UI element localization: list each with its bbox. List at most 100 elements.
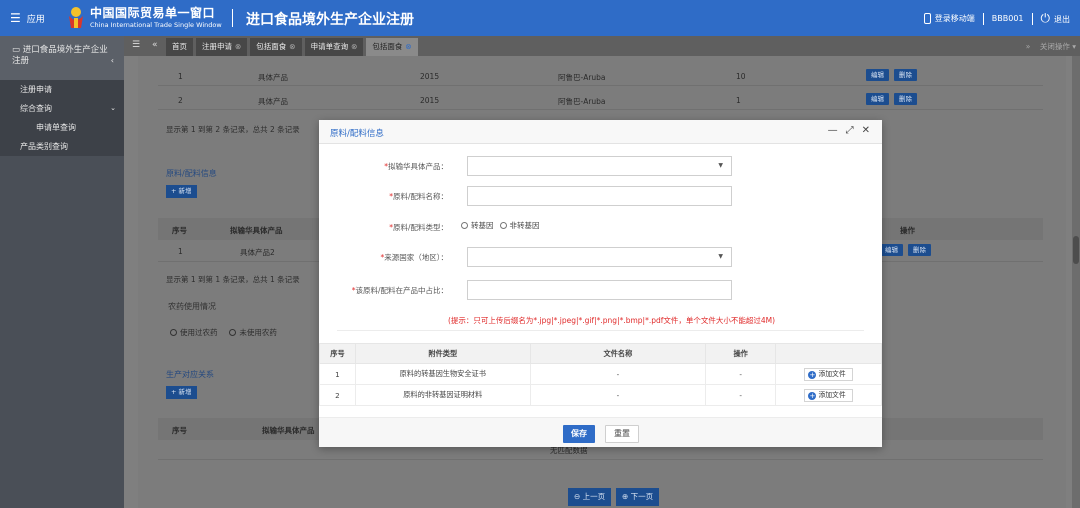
sidebar-item-query[interactable]: 综合查询 ⌄: [0, 99, 124, 118]
reset-button[interactable]: 重置: [605, 425, 639, 443]
col-no: 序号: [172, 426, 187, 435]
cell-no: 1: [319, 363, 356, 385]
type-label: *原料/配料类型：: [389, 223, 448, 232]
col-no: 序号: [172, 226, 187, 235]
sidebar-item-application-query[interactable]: 申请单查询: [0, 118, 124, 137]
sidebar-item-category-query[interactable]: 产品类别查询: [0, 137, 124, 156]
cell-product: 具体产品: [258, 73, 288, 82]
sidebar-toggle-icon[interactable]: ☰: [132, 40, 140, 50]
user-name: BBB001: [991, 14, 1024, 23]
cell-type: 原料的转基因生物安全证书: [354, 363, 531, 385]
next-page-label: 下一页: [630, 492, 654, 501]
product-select[interactable]: ▼: [467, 156, 732, 176]
delete-button[interactable]: 删除: [894, 69, 917, 81]
tab-noodles-2[interactable]: 包括面食 ⊗: [366, 38, 418, 56]
type-radio-group: 转基因 非转基因: [461, 220, 540, 231]
edit-button[interactable]: 编辑: [866, 69, 889, 81]
maximize-icon[interactable]: ⤢: [846, 125, 854, 136]
chevron-down-icon: ⌄: [110, 104, 116, 112]
separator: [982, 12, 984, 25]
save-button[interactable]: 保存: [563, 425, 595, 443]
delete-button[interactable]: 删除: [908, 244, 931, 256]
attachments-table: 序号 附件类型 文件名称 操作 1 原料的转基因生物安全证书 - - + 添加文件…: [319, 343, 882, 406]
add-file-button[interactable]: + 添加文件: [804, 388, 853, 402]
origin-country-select[interactable]: ▼: [467, 247, 732, 267]
prev-page-button[interactable]: ⊖ 上一页: [568, 488, 612, 506]
close-icon[interactable]: ⊗: [235, 42, 241, 51]
plus-icon: +: [808, 391, 817, 400]
dialog-title: 原料/配料信息: [330, 129, 384, 139]
radio-icon: [170, 329, 177, 336]
pesticide-used-radio[interactable]: 使用过农药: [170, 328, 218, 337]
tab-label: 包括面食: [256, 42, 287, 51]
sidebar-module-title[interactable]: ▭ 进口食品境外生产企业注册 ‹: [0, 36, 124, 80]
add-file-label: 添加文件: [818, 390, 846, 399]
cell-no: 1: [178, 247, 183, 256]
add-production-button[interactable]: + 新增: [166, 386, 197, 399]
cell-no: 1: [178, 72, 183, 81]
add-material-button[interactable]: + 新增: [166, 185, 197, 198]
tab-label: 注册申请: [202, 42, 232, 51]
tab-register[interactable]: 注册申请 ⊗: [196, 38, 248, 56]
arrow-right-icon: ⊕: [622, 492, 631, 501]
header-actions: 登录移动端 BBB001 ⏻ 退出: [923, 11, 1071, 26]
tab-home[interactable]: 首页: [166, 38, 193, 56]
add-file-button[interactable]: + 添加文件: [804, 367, 853, 381]
tab-noodles-1[interactable]: 包括面食 ⊗: [250, 38, 302, 56]
separator: [1031, 12, 1033, 25]
col-header: [775, 343, 882, 364]
edit-button[interactable]: 编辑: [880, 244, 903, 256]
cell-no: 2: [178, 96, 183, 105]
caret-down-icon: ▼: [718, 162, 723, 169]
scroll-right-icon[interactable]: »: [1026, 42, 1031, 51]
edit-button[interactable]: 编辑: [866, 93, 889, 105]
radio-label: 使用过农药: [180, 328, 218, 337]
next-page-button[interactable]: ⊕ 下一页: [616, 488, 660, 506]
tab-strip: ☰ « 首页 注册申请 ⊗ 包括面食 ⊗ 申请单查询 ⊗ 包括面食 ⊗ » 关闭操作 ▾: [124, 36, 1080, 56]
prev-page-label: 上一页: [582, 492, 606, 501]
tab-application-query[interactable]: 申请单查询 ⊗: [304, 38, 364, 56]
menu-icon: ☰: [10, 11, 21, 25]
close-icon[interactable]: ⊗: [405, 42, 411, 51]
cell-no: 2: [319, 384, 356, 406]
minimize-icon[interactable]: —: [828, 125, 838, 136]
sidebar-item-register[interactable]: 注册申请: [0, 80, 124, 99]
scrollbar[interactable]: [1072, 56, 1080, 508]
close-icon[interactable]: ✕: [862, 125, 870, 136]
cell-country: 阿鲁巴-Aruba: [558, 73, 606, 82]
radio-gmo[interactable]: 转基因: [461, 220, 494, 231]
delete-button[interactable]: 删除: [894, 93, 917, 105]
phone-icon: [923, 13, 931, 24]
cell-qty: 10: [736, 72, 746, 81]
cell-file: -: [529, 363, 707, 385]
col-header: 附件类型: [354, 343, 531, 364]
label-text: 拟输华具体产品：: [388, 162, 448, 171]
dialog-controls: — ⤢ ✕: [828, 125, 870, 136]
cell-type: 原料的非转基因证明材料: [354, 384, 531, 406]
apps-menu[interactable]: ☰ 应用: [10, 11, 45, 25]
logout-label: 退出: [1054, 15, 1070, 24]
mobile-login-link[interactable]: 登录移动端: [923, 13, 975, 24]
pesticide-unused-radio[interactable]: 未使用农药: [229, 328, 277, 337]
cell-product: 具体产品: [258, 97, 288, 106]
close-icon[interactable]: ⊗: [351, 42, 357, 51]
tab-label: 首页: [172, 42, 187, 51]
material-name-input[interactable]: [467, 186, 732, 206]
cell-op: -: [705, 384, 777, 406]
logout-button[interactable]: ⏻ 退出: [1041, 11, 1071, 26]
close-ops-label: 关闭操作: [1039, 42, 1070, 51]
divider: [337, 330, 864, 331]
col-header: 文件名称: [529, 343, 707, 364]
radio-non-gmo[interactable]: 非转基因: [499, 220, 540, 231]
ratio-field-row: *该原料/配料在产品中占比：: [319, 280, 882, 300]
logo-emblem-icon: [69, 7, 83, 28]
tab-label: 包括面食: [372, 42, 403, 51]
ratio-input[interactable]: [467, 280, 732, 300]
scrollbar-thumb[interactable]: [1073, 236, 1079, 264]
brand-cn: 中国国际贸易单一窗口: [90, 6, 216, 20]
scroll-left-icon[interactable]: «: [152, 40, 158, 50]
close-icon[interactable]: ⊗: [289, 42, 295, 51]
table-row: 1 原料的转基因生物安全证书 - - + 添加文件: [319, 363, 882, 385]
radio-icon: [499, 222, 507, 229]
close-operations-menu[interactable]: » 关闭操作 ▾: [1026, 41, 1076, 52]
